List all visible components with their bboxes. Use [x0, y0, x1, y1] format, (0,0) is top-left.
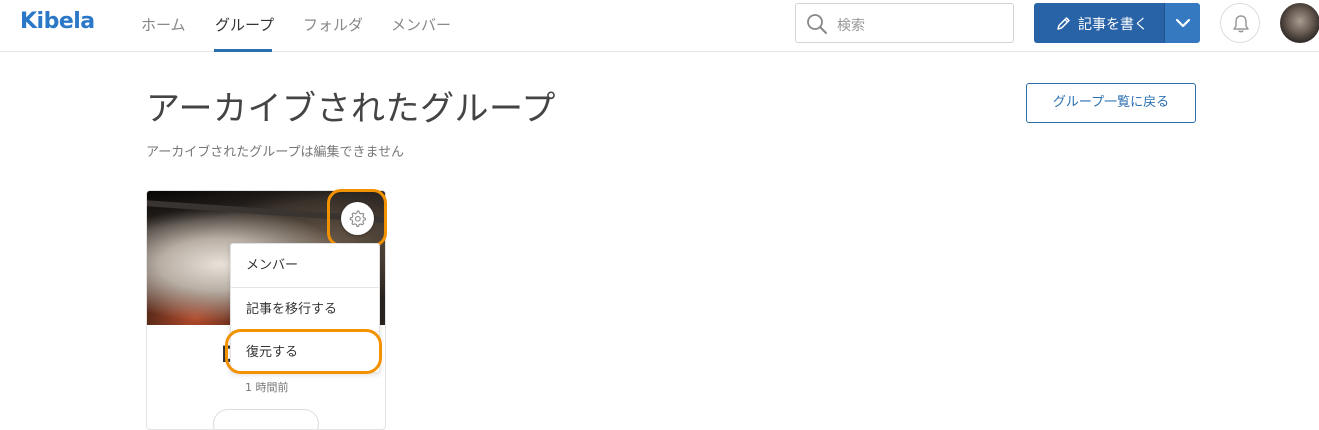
write-article-button[interactable]: 記事を書く: [1034, 3, 1164, 43]
top-navigation-bar: Kibela ホーム グループ フォルダ メンバー 検索 記事を書く: [0, 0, 1319, 52]
page-title: アーカイブされたグループ: [146, 89, 556, 129]
page-subtitle: アーカイブされたグループは編集できません: [146, 145, 405, 160]
search-input[interactable]: 検索: [795, 3, 1014, 43]
nav-item-groups[interactable]: グループ: [215, 14, 274, 35]
restore-highlight-annotation: [225, 329, 382, 374]
menu-item-move-articles[interactable]: 記事を移行する: [231, 288, 379, 331]
settings-highlight-annotation: [327, 189, 387, 247]
chevron-down-icon: [1175, 18, 1191, 28]
notifications-button[interactable]: [1220, 3, 1260, 43]
nav-item-members[interactable]: メンバー: [391, 14, 451, 35]
back-to-groups-button[interactable]: グループ一覧に戻る: [1026, 83, 1196, 123]
write-options-dropdown-button[interactable]: [1164, 3, 1200, 43]
nav-item-home[interactable]: ホーム: [141, 14, 186, 35]
search-placeholder: 検索: [837, 18, 865, 34]
active-nav-indicator: [214, 49, 272, 52]
group-updated-time: 1 時間前: [245, 381, 289, 394]
search-icon: [807, 14, 827, 34]
group-action-pill[interactable]: [213, 409, 319, 429]
user-avatar[interactable]: [1280, 3, 1319, 43]
nav-item-folders[interactable]: フォルダ: [303, 14, 363, 35]
kibela-logo[interactable]: Kibela: [20, 9, 95, 34]
menu-item-members[interactable]: メンバー: [231, 244, 379, 287]
write-article-label: 記事を書く: [1078, 17, 1148, 33]
pencil-icon: [1057, 17, 1070, 30]
bell-icon: [1233, 15, 1249, 33]
